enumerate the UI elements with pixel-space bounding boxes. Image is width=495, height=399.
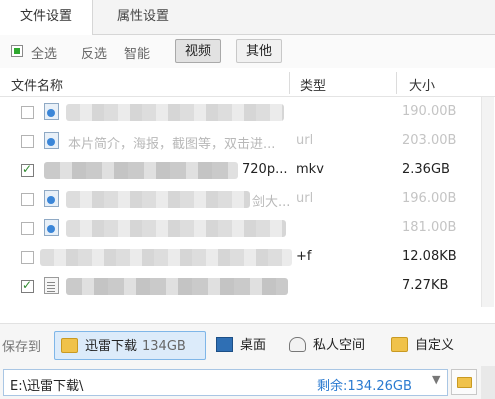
blurred-filename <box>66 278 288 295</box>
row-checkbox-checked[interactable] <box>21 278 34 293</box>
url-file-icon <box>44 103 59 120</box>
save-dest-capacity: 134GB <box>142 339 186 354</box>
custom-folder-icon <box>391 337 408 352</box>
row-checkbox[interactable] <box>21 222 34 235</box>
browse-folder-button[interactable] <box>451 369 477 395</box>
row-checkbox[interactable] <box>21 193 34 206</box>
column-divider[interactable] <box>396 72 397 94</box>
url-file-icon <box>44 132 59 149</box>
url-file-icon <box>44 190 59 207</box>
table-row[interactable]: 7.27KB <box>0 272 480 301</box>
file-type: url <box>296 191 314 206</box>
save-dest-label: 自定义 <box>415 338 455 353</box>
tab-property-settings[interactable]: 属性设置 <box>93 0 193 34</box>
blurred-filename <box>40 249 292 266</box>
path-bar: E:\迅雷下载\ 剩余:134.26GB ▼ <box>0 366 495 399</box>
other-filter-button[interactable]: 其他 <box>236 39 282 63</box>
save-to-label: 保存到 <box>2 340 42 355</box>
window-edge <box>481 366 495 399</box>
private-space-icon <box>289 337 306 352</box>
table-row[interactable]: 本片简介，海报，截图等，双击进... url 203.00B <box>0 127 480 156</box>
folder-icon <box>457 377 472 388</box>
text-file-icon <box>44 277 59 294</box>
file-size: 7.27KB <box>402 278 449 293</box>
file-type: mkv <box>296 162 324 177</box>
save-dest-private-space[interactable]: 私人空间 <box>283 331 381 360</box>
table-scrollbar[interactable] <box>481 97 494 307</box>
column-divider[interactable] <box>289 72 290 94</box>
save-dest-label: 桌面 <box>240 338 267 353</box>
table-row[interactable]: 181.00B <box>0 214 480 243</box>
row-checkbox-checked[interactable] <box>21 162 34 177</box>
file-name: 剑大... <box>252 195 291 210</box>
filter-bar: 全选 反选 智能 视频 其他 <box>0 35 495 68</box>
blurred-filename <box>66 104 284 121</box>
file-name: 本片简介，海报，截图等，双击进... <box>68 137 276 152</box>
save-dest-label: 迅雷下载 <box>85 339 138 354</box>
column-header-name[interactable]: 文件名称 <box>11 75 63 94</box>
desktop-icon <box>216 337 233 352</box>
save-dest-custom[interactable]: 自定义 <box>385 331 469 360</box>
download-folder-icon <box>61 338 78 353</box>
file-name: 720p... <box>242 162 288 177</box>
file-size: 181.00B <box>402 220 457 235</box>
save-dest-thunder-download[interactable]: 迅雷下载 134GB <box>54 331 206 360</box>
file-type: url <box>296 133 314 148</box>
row-checkbox[interactable] <box>21 135 34 148</box>
blurred-filename <box>66 191 250 208</box>
blurred-filename <box>44 162 238 179</box>
row-checkbox[interactable] <box>21 251 34 264</box>
file-size: 203.00B <box>402 133 457 148</box>
tab-file-settings[interactable]: 文件设置 <box>0 0 93 35</box>
blurred-filename <box>66 220 286 237</box>
table-row[interactable]: +f 12.08KB <box>0 243 480 272</box>
table-row[interactable]: 190.00B <box>0 98 480 127</box>
save-dest-label: 私人空间 <box>313 338 366 353</box>
table-row[interactable]: 720p... mkv 2.36GB <box>0 156 480 185</box>
save-location-bar: 保存到 迅雷下载 134GB 桌面 私人空间 自定义 <box>0 323 495 366</box>
select-all-checkbox[interactable] <box>11 45 23 57</box>
save-path-value: E:\迅雷下载\ <box>10 379 84 394</box>
chevron-down-icon[interactable]: ▼ <box>432 373 440 386</box>
smart-select-link[interactable]: 智能 <box>124 43 150 62</box>
free-space-label: 剩余:134.26GB <box>317 379 412 394</box>
file-size: 12.08KB <box>402 249 457 264</box>
url-file-icon <box>44 219 59 236</box>
row-checkbox[interactable] <box>21 106 34 119</box>
file-type: +f <box>296 249 312 264</box>
table-row[interactable]: 剑大... url 196.00B <box>0 185 480 214</box>
column-header-type[interactable]: 类型 <box>300 75 326 94</box>
file-size: 196.00B <box>402 191 457 206</box>
file-table-header: 文件名称 类型 大小 <box>0 70 495 97</box>
file-size: 190.00B <box>402 104 457 119</box>
video-filter-button[interactable]: 视频 <box>175 39 221 63</box>
file-size: 2.36GB <box>402 162 450 177</box>
select-all-label[interactable]: 全选 <box>31 43 57 62</box>
tab-bar: 文件设置 属性设置 <box>0 0 495 35</box>
invert-selection-link[interactable]: 反选 <box>81 43 107 62</box>
save-dest-desktop[interactable]: 桌面 <box>210 331 276 360</box>
column-header-size[interactable]: 大小 <box>409 75 435 94</box>
save-path-input[interactable]: E:\迅雷下载\ 剩余:134.26GB ▼ <box>3 369 448 396</box>
